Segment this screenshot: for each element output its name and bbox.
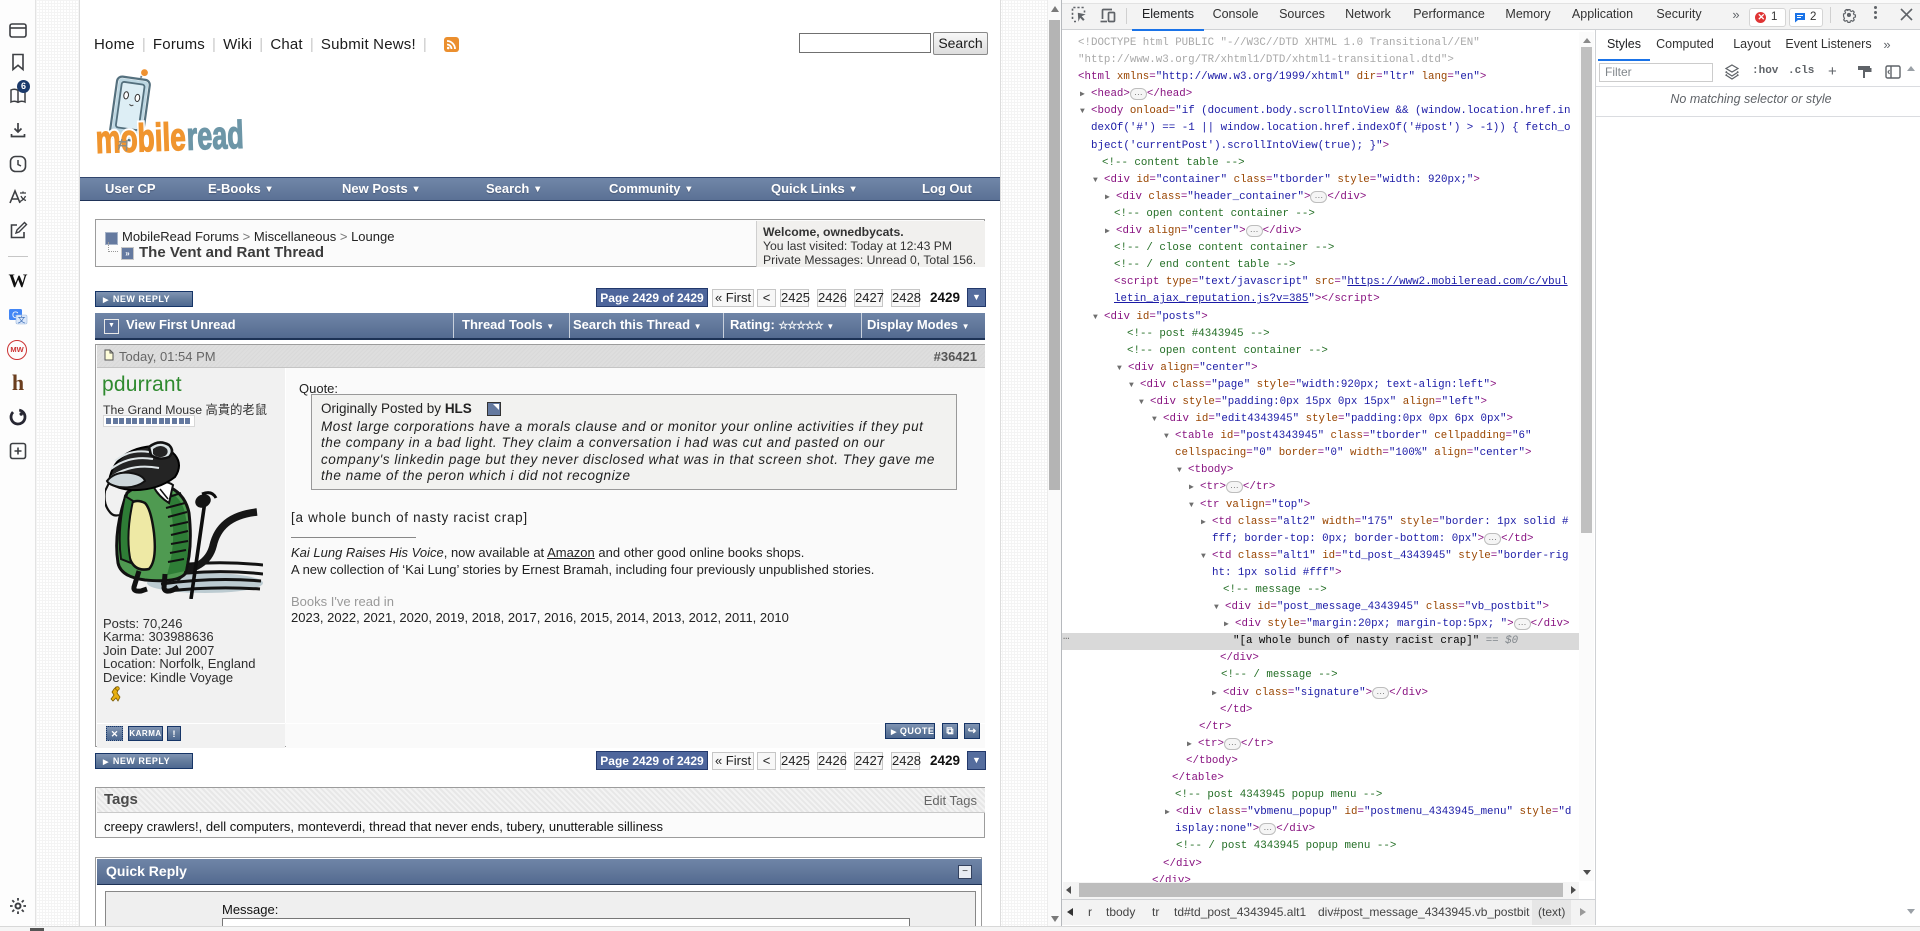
svg-text:read: read [186, 114, 244, 159]
svg-text:mobile: mobile [95, 116, 186, 162]
svg-text:文: 文 [18, 315, 26, 325]
